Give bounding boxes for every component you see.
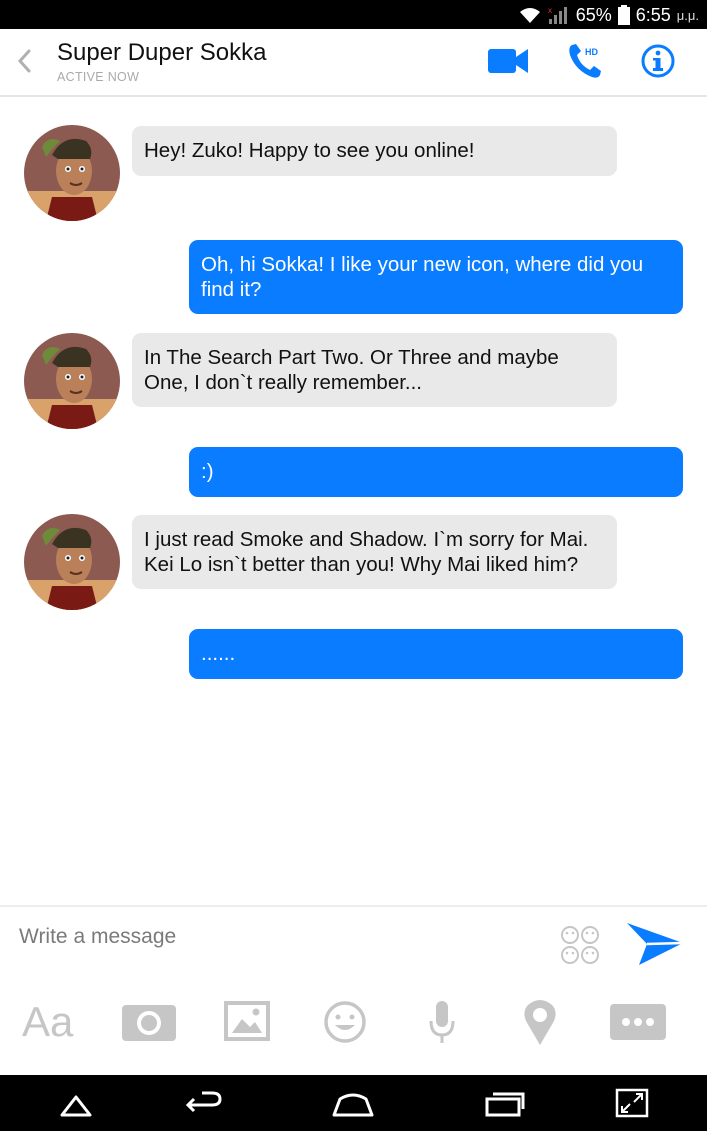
signal-icon: x [548,6,567,24]
incoming-message[interactable]: In The Search Part Two. Or Three and may… [132,333,617,407]
clock: 6:55 [635,4,671,25]
incoming-message[interactable]: Hey! Zuko! Happy to see you online! [132,126,617,176]
avatar-portrait [24,514,120,610]
conversation-header: Super Duper Sokka ACTIVE NOW HD [0,29,707,97]
active-status: ACTIVE NOW [57,70,140,84]
more-icon[interactable] [608,997,668,1047]
location-icon[interactable] [520,997,560,1047]
battery-percent: 65% [575,4,612,25]
info-icon[interactable] [640,41,676,81]
emoji-icon[interactable] [322,997,368,1047]
back-icon[interactable] [12,43,36,79]
svg-text:HD: HD [585,47,598,57]
avatar-portrait [24,125,120,221]
stickers-icon[interactable] [560,925,600,965]
microphone-icon[interactable] [428,997,456,1047]
contact-name[interactable]: Super Duper Sokka [57,39,266,67]
hd-call-icon[interactable]: HD [566,41,606,81]
wifi-icon [519,8,540,23]
contact-avatar[interactable] [24,125,120,221]
video-call-icon[interactable] [486,41,530,81]
system-nav-bar [0,1075,707,1131]
nav-screen-toggle-icon[interactable] [614,1085,650,1121]
outgoing-message[interactable]: :) [189,447,683,497]
contact-avatar[interactable] [24,333,120,429]
incoming-message[interactable]: I just read Smoke and Shadow. I`m sorry … [132,515,617,589]
send-icon[interactable] [625,919,685,969]
svg-text:x: x [548,6,552,15]
contact-avatar[interactable] [24,514,120,610]
nav-up-icon[interactable] [58,1085,94,1121]
status-bar: x 65% 6:55 μ.μ. [0,0,707,29]
avatar-portrait [24,333,120,429]
nav-home-icon[interactable] [330,1085,376,1121]
message-composer: Write a message Aa [0,905,707,1077]
text-format-icon[interactable]: Aa [22,997,80,1047]
battery-icon [617,5,630,25]
outgoing-message[interactable]: ...... [189,629,683,679]
outgoing-message[interactable]: Oh, hi Sokka! I like your new icon, wher… [189,240,683,314]
message-input[interactable]: Write a message [19,925,176,949]
camera-icon[interactable] [120,997,178,1047]
nav-back-icon[interactable] [184,1085,224,1121]
gallery-icon[interactable] [224,997,270,1047]
nav-recents-icon[interactable] [484,1085,526,1121]
clock-suffix: μ.μ. [676,7,699,23]
